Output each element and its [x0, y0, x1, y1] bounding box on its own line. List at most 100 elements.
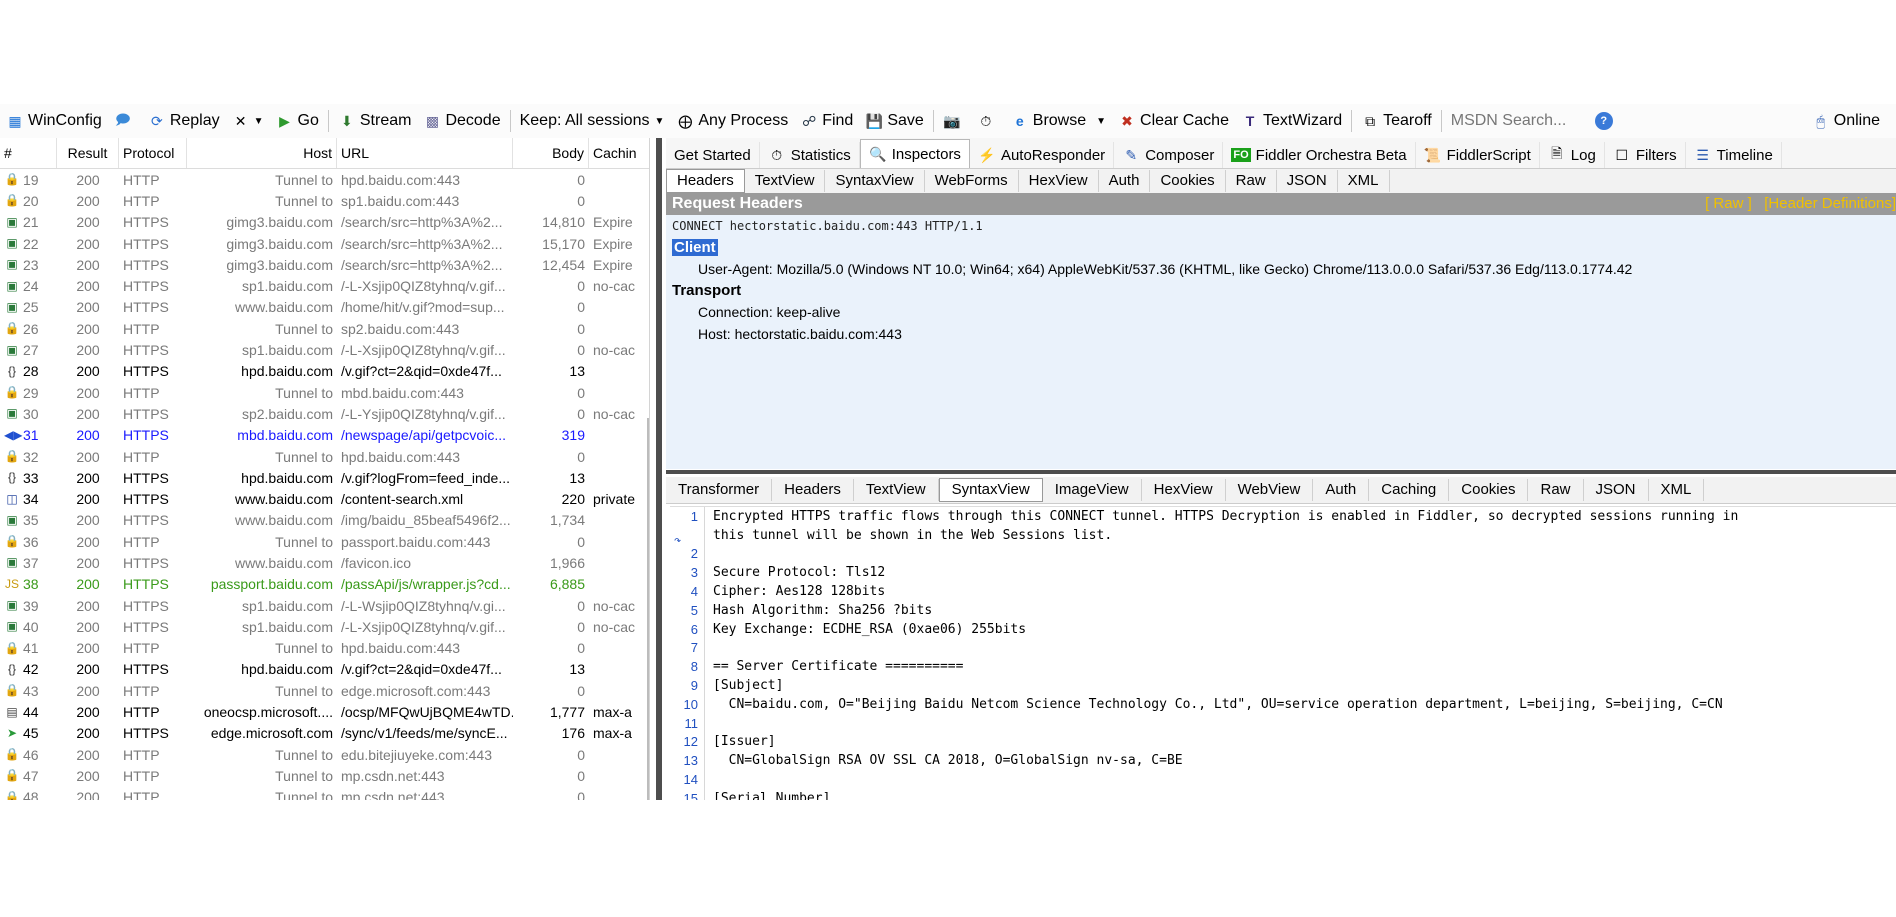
req-tab-raw[interactable]: Raw — [1226, 170, 1277, 192]
session-row[interactable]: ▣ 30 200 HTTPS sp2.baidu.com /-L-Ysjip0QIZ8ty… — [0, 403, 649, 424]
tab-log[interactable]: 🗎 Log — [1540, 142, 1605, 168]
replay-button[interactable]: ⟳ Replay — [142, 106, 226, 136]
column-header-result[interactable]: Result — [57, 138, 119, 168]
resp-tab-syntaxview[interactable]: SyntaxView — [938, 478, 1043, 502]
session-row[interactable]: {} 28 200 HTTPS hpd.baidu.com/v.gif?ct=2&qid… — [0, 361, 649, 382]
resp-tab-json[interactable]: JSON — [1584, 479, 1649, 501]
horizontal-splitter[interactable] — [666, 470, 1896, 474]
session-row[interactable]: ▣ 22 200 HTTPS gimg3.baidu.com/search/src=ht… — [0, 233, 649, 254]
save-button[interactable]: 💾 Save — [859, 106, 929, 136]
resp-tab-auth[interactable]: Auth — [1313, 479, 1370, 501]
session-row[interactable]: {} 33 200 HTTPS hpd.baidu.com/v.gif?logFrom=… — [0, 467, 649, 488]
resp-tab-textview[interactable]: TextView — [854, 479, 939, 501]
browse-button[interactable]: e Browse ▼ — [1005, 106, 1112, 136]
session-row[interactable]: ▣ 23 200 HTTPS gimg3.baidu.com/search/src=ht… — [0, 254, 649, 275]
help-button[interactable]: ? — [1589, 106, 1623, 136]
timer-button[interactable]: ⏱ — [971, 106, 1005, 136]
vertical-scrollbar[interactable] — [647, 418, 649, 800]
clear-cache-button[interactable]: ✖ Clear Cache — [1112, 106, 1235, 136]
column-header-url[interactable]: URL — [337, 138, 513, 168]
resp-tab-raw[interactable]: Raw — [1528, 479, 1584, 501]
session-row[interactable]: ➤ 45 200 HTTPS edge.microsoft.com/sync/v1/fe… — [0, 723, 649, 744]
header-group-client[interactable]: Client — [666, 237, 1896, 258]
session-row[interactable]: ▣ 25 200 HTTPS www.baidu.com/home/hit/v.gif?… — [0, 297, 649, 318]
header-user-agent[interactable]: User-Agent: Mozilla/5.0 (Windows NT 10.0… — [666, 258, 1896, 280]
session-row[interactable]: ▣ 21 200 HTTPS gimg3.baidu.com/search/src=ht… — [0, 212, 649, 233]
tab-inspectors[interactable]: 🔍 Inspectors — [859, 139, 970, 168]
session-row[interactable]: ▤ 44 200 HTTP oneocsp.microsoft.... /ocsp/MFQ… — [0, 701, 649, 722]
header-definitions-link[interactable]: [Header Definitions] — [1764, 195, 1896, 212]
resp-tab-imageview[interactable]: ImageView — [1043, 479, 1142, 501]
tab-statistics[interactable]: ⏱ Statistics — [760, 142, 860, 168]
session-row[interactable]: 🔒 47 200 HTTP Tunnel to mp.csdn.net:443 0 — [0, 765, 649, 786]
winconfig-button[interactable]: ▦ WinConfig — [0, 106, 108, 136]
go-button[interactable]: ▶ Go — [270, 106, 325, 136]
session-row[interactable]: 🔒 36 200 HTTP Tunnel to passport.baidu.com:44… — [0, 531, 649, 552]
session-row[interactable]: ▣ 37 200 HTTPS www.baidu.com/favicon.ico 1,96… — [0, 552, 649, 573]
req-tab-webforms[interactable]: WebForms — [925, 170, 1019, 192]
textwizard-button[interactable]: T TextWizard — [1235, 106, 1348, 136]
column-header-body[interactable]: Body — [513, 138, 589, 168]
keep-sessions-dropdown[interactable]: Keep: All sessions ▼ — [514, 106, 671, 136]
column-header-num[interactable]: # — [0, 138, 57, 168]
session-row[interactable]: 🔒 29 200 HTTP Tunnel to mbd.baidu.com:443 0 — [0, 382, 649, 403]
resp-tab-transformer[interactable]: Transformer — [666, 479, 773, 501]
session-row[interactable]: ▣ 40 200 HTTPS sp1.baidu.com /-L-Xsjip0QIZ8ty… — [0, 616, 649, 637]
session-row[interactable]: 🔒 26 200 HTTP Tunnel to sp2.baidu.com:443 0 — [0, 318, 649, 339]
comment-button[interactable]: 🗩 — [108, 106, 142, 136]
session-row[interactable]: JS 38 200 HTTPS passport.baidu.com/passApi/j… — [0, 574, 649, 595]
resp-tab-xml[interactable]: XML — [1649, 479, 1705, 501]
req-tab-json[interactable]: JSON — [1277, 170, 1338, 192]
tearoff-button[interactable]: ⧉ Tearoff — [1355, 106, 1438, 136]
session-row[interactable]: 🔒 20 200 HTTP Tunnel to sp1.baidu.com:443 0 — [0, 190, 649, 211]
session-row[interactable]: 🔒 32 200 HTTP Tunnel to hpd.baidu.com:443 0 — [0, 446, 649, 467]
req-tab-textview[interactable]: TextView — [745, 170, 826, 192]
any-process-button[interactable]: ⨁ Any Process — [670, 106, 794, 136]
session-row[interactable]: ◫ 34 200 HTTPS www.baidu.com/content-search.… — [0, 488, 649, 509]
pane-splitter[interactable] — [656, 138, 662, 800]
tab-fiddlerscript[interactable]: 📜 FiddlerScript — [1416, 142, 1540, 168]
session-row[interactable]: ▣ 39 200 HTTPS sp1.baidu.com /-L-Wsjip0QIZ8ty… — [0, 595, 649, 616]
req-tab-hexview[interactable]: HexView — [1019, 170, 1099, 192]
screenshot-button[interactable]: 📷 — [937, 106, 971, 136]
session-row[interactable]: 🔒 43 200 HTTP Tunnel to edge.microsoft.com:44… — [0, 680, 649, 701]
tab-fiddler-orchestra[interactable]: FO Fiddler Orchestra Beta — [1223, 142, 1416, 168]
header-host[interactable]: Host: hectorstatic.baidu.com:443 — [666, 323, 1896, 345]
tab-composer[interactable]: ✎ Composer — [1114, 142, 1224, 168]
stream-button[interactable]: ⬇ Stream — [332, 106, 418, 136]
session-row[interactable]: ▣ 24 200 HTTPS sp1.baidu.com /-L-Xsjip0QIZ8ty… — [0, 275, 649, 296]
resp-tab-cookies[interactable]: Cookies — [1449, 479, 1529, 501]
session-row[interactable]: {} 42 200 HTTPS hpd.baidu.com/v.gif?ct=2&qid… — [0, 659, 649, 680]
session-row[interactable]: ▣ 35 200 HTTPS www.baidu.com/img/baidu_85bea… — [0, 510, 649, 531]
online-status[interactable]: 🖱 Online — [1806, 106, 1886, 136]
resp-tab-hexview[interactable]: HexView — [1142, 479, 1226, 501]
header-connection[interactable]: Connection: keep-alive — [666, 301, 1896, 323]
decode-button[interactable]: ▩ Decode — [417, 106, 506, 136]
resp-tab-webview[interactable]: WebView — [1226, 479, 1314, 501]
req-tab-auth[interactable]: Auth — [1099, 170, 1151, 192]
session-row[interactable]: 🔒 48 200 HTTP Tunnel to mp.csdn.net:443 0 — [0, 787, 649, 800]
tab-filters[interactable]: ☐ Filters — [1605, 142, 1686, 168]
web-sessions-list[interactable]: # Result Protocol Host URL Body Cachin 🔒… — [0, 138, 650, 800]
req-tab-xml[interactable]: XML — [1338, 170, 1390, 192]
column-header-caching[interactable]: Cachin — [589, 138, 645, 168]
msdn-search-input[interactable]: MSDN Search... — [1445, 106, 1589, 136]
syntax-view-editor[interactable]: ↷ 1 Encrypted HTTPS traffic flows through… — [670, 506, 1896, 800]
resp-tab-headers[interactable]: Headers — [772, 479, 854, 501]
session-row[interactable]: 🔒 46 200 HTTP Tunnel to edu.bitejiuyeke.com:4… — [0, 744, 649, 765]
session-row[interactable]: 🔒 19 200 HTTP Tunnel to hpd.baidu.com:443 0 — [0, 169, 649, 190]
req-tab-cookies[interactable]: Cookies — [1150, 170, 1226, 192]
session-row[interactable]: ▣ 27 200 HTTPS sp1.baidu.com /-L-Xsjip0QIZ8ty… — [0, 339, 649, 360]
req-tab-syntaxview[interactable]: SyntaxView — [825, 170, 925, 192]
column-header-protocol[interactable]: Protocol — [119, 138, 187, 168]
raw-link[interactable]: [ Raw ] — [1705, 195, 1752, 212]
tab-timeline[interactable]: ☰ Timeline — [1686, 142, 1782, 168]
resp-tab-caching[interactable]: Caching — [1369, 479, 1450, 501]
tab-get-started[interactable]: Get Started — [666, 142, 760, 168]
session-row[interactable]: 🔒 41 200 HTTP Tunnel to hpd.baidu.com:443 0 — [0, 638, 649, 659]
session-row[interactable]: ◀▶ 31 200 HTTPS mbd.baidu.com/newspage/api/g… — [0, 425, 649, 446]
req-tab-headers[interactable]: Headers — [666, 169, 745, 193]
column-header-host[interactable]: Host — [187, 138, 337, 168]
tab-autoresponder[interactable]: ⚡ AutoResponder — [970, 142, 1115, 168]
find-button[interactable]: ☍ Find — [794, 106, 859, 136]
